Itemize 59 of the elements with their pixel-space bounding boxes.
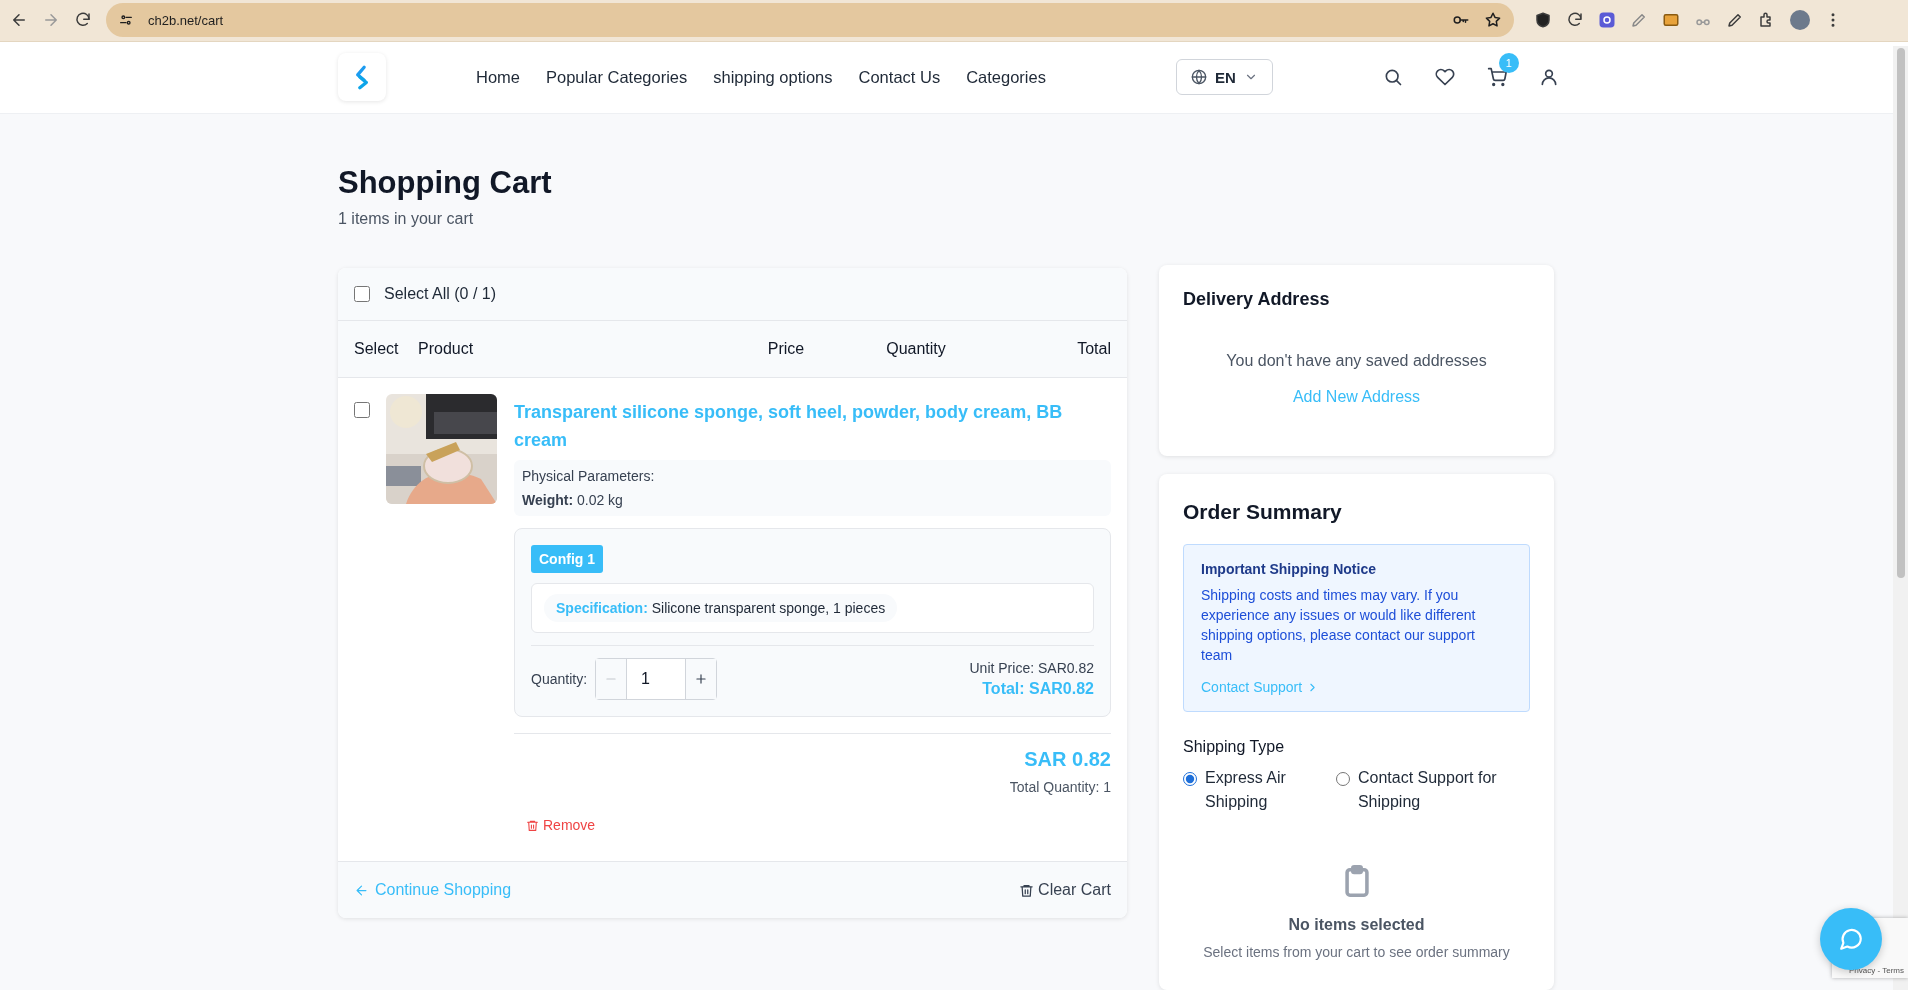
trash-icon — [1019, 882, 1035, 898]
arrow-left-icon — [354, 882, 369, 898]
profile-avatar[interactable] — [1790, 10, 1810, 31]
language-selector[interactable]: EN — [1176, 59, 1273, 96]
quantity-label: Quantity: — [531, 671, 588, 687]
nav-link[interactable]: Categories — [966, 67, 1046, 87]
column-header: Quantity — [885, 340, 947, 358]
heart-icon[interactable] — [1434, 67, 1455, 88]
unit-price: Unit Price: SAR0.82 — [969, 660, 1094, 676]
empty-addresses-text: You don't have any saved addresses — [1225, 352, 1488, 370]
user-icon[interactable] — [1538, 67, 1559, 88]
chat-bubble-icon — [1838, 926, 1864, 952]
clear-cart-button[interactable]: Clear Cart — [1019, 881, 1111, 899]
column-header: Total — [1076, 340, 1111, 358]
increase-button[interactable] — [686, 659, 717, 699]
url-text: ch2b.net/cart — [148, 12, 224, 28]
nav-link[interactable]: Contact Us — [858, 67, 941, 87]
config-total: Total: SAR0.82 — [981, 680, 1094, 698]
nav-link[interactable]: shipping options — [713, 67, 833, 87]
pencil-icon[interactable] — [1630, 11, 1648, 30]
total-quantity: Total Quantity: 1 — [1009, 779, 1111, 795]
page-title: Shopping Cart — [338, 164, 553, 202]
address-bar[interactable]: ch2b.net/cart — [106, 3, 1514, 38]
item-checkbox[interactable] — [354, 402, 370, 418]
plus-icon — [694, 672, 709, 686]
pen-icon[interactable] — [1726, 11, 1744, 30]
empty-summary-title: No items selected — [1288, 916, 1425, 934]
cart-count-badge: 1 — [1498, 53, 1519, 74]
select-all-label: Select All (0 / 1) — [384, 285, 497, 303]
bookmark-star-icon[interactable] — [1484, 11, 1502, 30]
card-title: Delivery Address — [1183, 289, 1331, 310]
empty-summary-text: Select items from your cart to see order summary — [1203, 944, 1510, 960]
column-header: Product — [418, 340, 475, 358]
shipping-radio[interactable] — [1183, 772, 1197, 786]
shipping-option-label: Express Air Shipping — [1205, 768, 1287, 812]
trash-icon — [526, 818, 539, 832]
shipping-radio[interactable] — [1335, 772, 1350, 786]
globe-icon — [1191, 69, 1207, 86]
parameters-title: Physical Parameters: — [522, 468, 656, 484]
nav-link[interactable]: Popular Categories — [546, 67, 688, 87]
cart-icon[interactable] — [1486, 67, 1507, 88]
shipping-option-label: Contact Support for Shipping — [1357, 768, 1498, 812]
weight-text: Weight: 0.02 kg — [522, 492, 624, 508]
column-header: Select — [354, 340, 400, 358]
select-all-checkbox[interactable] — [354, 286, 370, 302]
column-header: Price — [766, 340, 806, 358]
item-subtotal: SAR 0.82 — [1024, 748, 1111, 771]
cart-item-count: 1 items in your cart — [338, 210, 475, 228]
card-title: Order Summary — [1183, 500, 1343, 524]
quantity-stepper[interactable]: 1 — [595, 658, 718, 700]
nav-link[interactable]: Home — [476, 67, 520, 87]
remove-button[interactable]: Remove — [526, 817, 596, 833]
scrollbar-thumb[interactable] — [1897, 48, 1905, 578]
config-tag: Config 1 — [531, 545, 603, 573]
notice-title: Important Shipping Notice — [1201, 561, 1377, 577]
shipping-type-label: Shipping Type — [1183, 738, 1286, 756]
notice-text: Shipping costs and times may vary. If you experience any issues or would like different shipping options, please contact our support team — [1201, 586, 1477, 665]
specification-text: Specification: Silicone transparent sponge, 1 pieces — [544, 594, 898, 622]
extension-icon[interactable] — [1534, 11, 1552, 30]
